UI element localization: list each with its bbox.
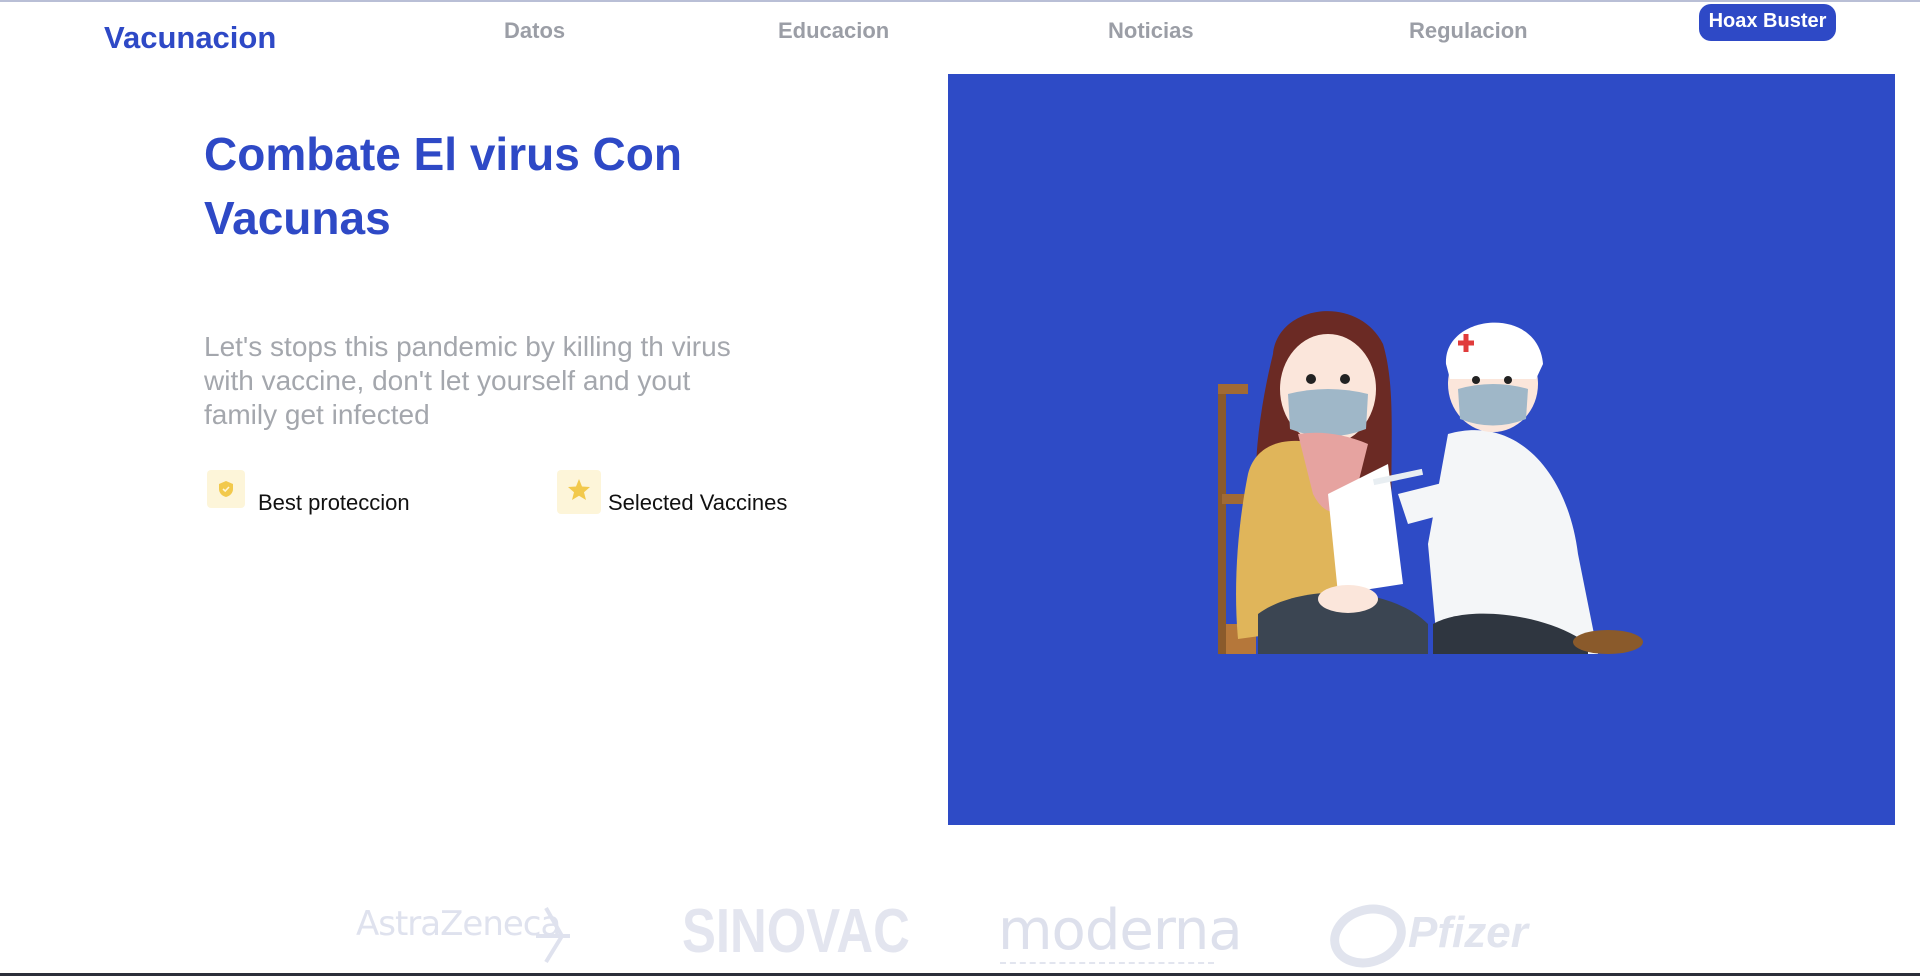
hero-title: Combate El virus Con Vacunas [204, 122, 824, 250]
hero-description-line-3: family get infected [204, 399, 430, 430]
feature-label: Selected Vaccines [608, 490, 788, 515]
shield-icon [207, 470, 245, 508]
brand-logo-link[interactable]: Vacunacion [104, 20, 276, 56]
feature-label: Best proteccion [258, 490, 410, 515]
moderna-logo: moderna [998, 898, 1243, 963]
astrazeneca-mark-icon [536, 907, 570, 964]
hero-description: Let's stops this pandemic by killing th … [204, 330, 804, 432]
top-border [0, 0, 1920, 2]
moderna-underline [1000, 962, 1214, 964]
hero-description-line-1: Let's stops this pandemic by killing th … [204, 331, 731, 362]
pfizer-logo: Pfizer [1408, 908, 1528, 957]
hero-image-panel [948, 74, 1895, 825]
hero-title-line-1: Combate El virus Con [204, 128, 682, 180]
vaccination-illustration [1218, 311, 1643, 654]
sinovac-logo: SINOVAC [682, 897, 910, 966]
nav-link-educacion[interactable]: Educacion [778, 18, 889, 44]
hoax-buster-button[interactable]: Hoax Buster [1699, 4, 1836, 41]
nav-link-regulacion[interactable]: Regulacion [1409, 18, 1528, 44]
hero-title-line-2: Vacunas [204, 192, 391, 244]
hero-description-line-2: with vaccine, don't let yourself and you… [204, 365, 691, 396]
pfizer-mark-icon [1330, 904, 1406, 968]
nav-link-datos[interactable]: Datos [504, 18, 565, 44]
nav-link-noticias[interactable]: Noticias [1108, 18, 1194, 44]
star-icon [557, 470, 601, 514]
